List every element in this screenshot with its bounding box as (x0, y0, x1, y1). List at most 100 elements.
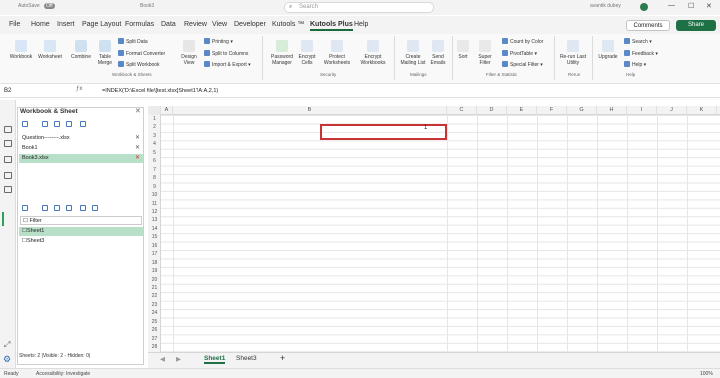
close-workbook-icon[interactable]: ✕ (135, 144, 140, 153)
password-manager-button[interactable]: Password Manager (268, 40, 296, 66)
column-header[interactable]: H (597, 106, 627, 115)
filter-checkbox[interactable]: ☐ Filter (20, 216, 142, 225)
workbook-item-active[interactable]: Book3.xlsx ✕ (19, 154, 143, 163)
menu-file[interactable]: File (9, 21, 20, 28)
row-header[interactable]: 11 (148, 201, 161, 207)
autotext-icon[interactable] (4, 156, 12, 163)
pivot-table-button[interactable]: PivotTable ▾ (502, 50, 537, 57)
row-header[interactable]: 25 (148, 319, 161, 325)
close-icon[interactable]: ✕ (706, 2, 712, 10)
sort-button[interactable]: Sort (454, 40, 472, 60)
table-merge-button[interactable]: Table Merge (94, 40, 116, 66)
create-mailing-list-button[interactable]: Create Mailing List (398, 40, 428, 66)
row-header[interactable]: 4 (148, 141, 161, 147)
row-header[interactable]: 6 (148, 158, 161, 164)
row-header[interactable]: 19 (148, 268, 161, 274)
sheet-menu-icon[interactable] (22, 205, 28, 211)
tab-scroll-left-icon[interactable]: ◀ (160, 355, 165, 363)
avatar[interactable] (640, 3, 648, 11)
help-ribbon-button[interactable]: Help ▾ (624, 61, 646, 68)
row-header[interactable]: 15 (148, 234, 161, 240)
row-header[interactable]: 9 (148, 184, 161, 190)
row-header[interactable]: 13 (148, 217, 161, 223)
special-filter-button[interactable]: Special Filter ▾ (502, 61, 543, 68)
sheet-item-active[interactable]: ☐Sheet1 (19, 227, 143, 236)
cell-grid[interactable] (161, 115, 720, 352)
column-header[interactable]: D (477, 106, 507, 115)
split-data-button[interactable]: Split Data (118, 38, 148, 45)
split-workbook-button[interactable]: Split Workbook (118, 61, 160, 68)
autosave-toggle[interactable]: Off (44, 3, 55, 9)
send-emails-button[interactable]: Send Emails (428, 40, 448, 66)
format-converter-button[interactable]: Format Converter (118, 50, 165, 57)
menu-review[interactable]: Review (184, 21, 207, 28)
sheet-item[interactable]: ☐Sheet3 (19, 237, 143, 246)
protect-worksheets-button[interactable]: Protect Worksheets (320, 40, 354, 66)
sort-asc-icon[interactable] (42, 121, 48, 127)
row-header[interactable]: 28 (148, 344, 161, 350)
selected-cell-b2[interactable] (320, 124, 447, 140)
menu-help[interactable]: Help (354, 21, 368, 28)
search-ribbon-button[interactable]: Search ▾ (624, 38, 652, 45)
row-header[interactable]: 18 (148, 260, 161, 266)
maximize-icon[interactable]: ☐ (688, 2, 694, 10)
column-header[interactable]: G (567, 106, 597, 115)
feedback-button[interactable]: Feedback ▾ (624, 50, 658, 57)
row-header[interactable]: 14 (148, 226, 161, 232)
row-header[interactable]: 23 (148, 302, 161, 308)
design-view-button[interactable]: Design View (178, 40, 200, 66)
printing-button[interactable]: Printing ▾ (204, 38, 233, 45)
accessibility-status[interactable]: Accessibility: Investigate (36, 371, 90, 377)
menu-home[interactable]: Home (31, 21, 50, 28)
row-header[interactable]: 5 (148, 150, 161, 156)
column-header[interactable]: C (447, 106, 477, 115)
pane-close-icon[interactable]: ✕ (135, 107, 141, 115)
row-header[interactable]: 17 (148, 251, 161, 257)
rerun-button[interactable]: Re-run Last Utility (558, 40, 588, 66)
share-button[interactable]: Share (676, 20, 716, 31)
search-input[interactable]: ⌕ Search (284, 2, 434, 13)
column-list-icon[interactable] (4, 172, 12, 179)
workbook-item[interactable]: Question--------.xlsx ✕ (19, 134, 143, 143)
find-replace-icon[interactable] (4, 186, 12, 193)
row-header[interactable]: 2 (148, 124, 161, 130)
count-by-color-button[interactable]: Count by Color (502, 38, 543, 45)
import-export-button[interactable]: Import & Export ▾ (204, 61, 251, 68)
row-header[interactable]: 7 (148, 167, 161, 173)
column-header[interactable]: A (161, 106, 173, 115)
add-sheet-button[interactable]: + (280, 353, 285, 363)
workbook-item[interactable]: Book1 ✕ (19, 144, 143, 153)
row-header[interactable]: 20 (148, 277, 161, 283)
close-workbook-icon[interactable]: ✕ (135, 134, 140, 143)
select-all-corner[interactable] (148, 106, 161, 115)
row-header[interactable]: 1 (148, 116, 161, 122)
close-workbook-icon[interactable]: ✕ (135, 154, 140, 163)
combine-button[interactable]: Combine (68, 40, 94, 60)
new-sheet-icon[interactable] (42, 205, 48, 211)
column-header[interactable]: E (507, 106, 537, 115)
row-header[interactable]: 22 (148, 293, 161, 299)
copy-sheet-icon[interactable] (54, 205, 60, 211)
menu-insert[interactable]: Insert (57, 21, 75, 28)
split-to-columns-button[interactable]: Split to Columns (204, 50, 248, 57)
tab-sheet3[interactable]: Sheet3 (236, 355, 257, 362)
sheet-refresh-icon[interactable] (92, 205, 98, 211)
row-header[interactable]: 27 (148, 336, 161, 342)
name-box[interactable]: B2 (4, 86, 48, 96)
settings-gear-icon[interactable]: ⚙ (3, 354, 11, 365)
delete-sheet-icon[interactable] (66, 205, 72, 211)
zoom-level[interactable]: 100% (700, 371, 713, 377)
workbook-sheet-icon[interactable] (4, 126, 12, 133)
menu-view[interactable]: View (212, 21, 227, 28)
row-header[interactable]: 26 (148, 327, 161, 333)
column-header[interactable]: F (537, 106, 567, 115)
minimize-icon[interactable]: — (668, 2, 675, 9)
column-header[interactable]: B (173, 106, 447, 115)
menu-data[interactable]: Data (161, 21, 176, 28)
row-header[interactable]: 16 (148, 243, 161, 249)
upgrade-button[interactable]: Upgrade (596, 40, 620, 60)
menu-kutools[interactable]: Kutools ™ (272, 21, 304, 28)
menu-page-layout[interactable]: Page Layout (82, 21, 121, 28)
worksheet-button[interactable]: Worksheet (36, 40, 64, 60)
row-header[interactable]: 24 (148, 310, 161, 316)
